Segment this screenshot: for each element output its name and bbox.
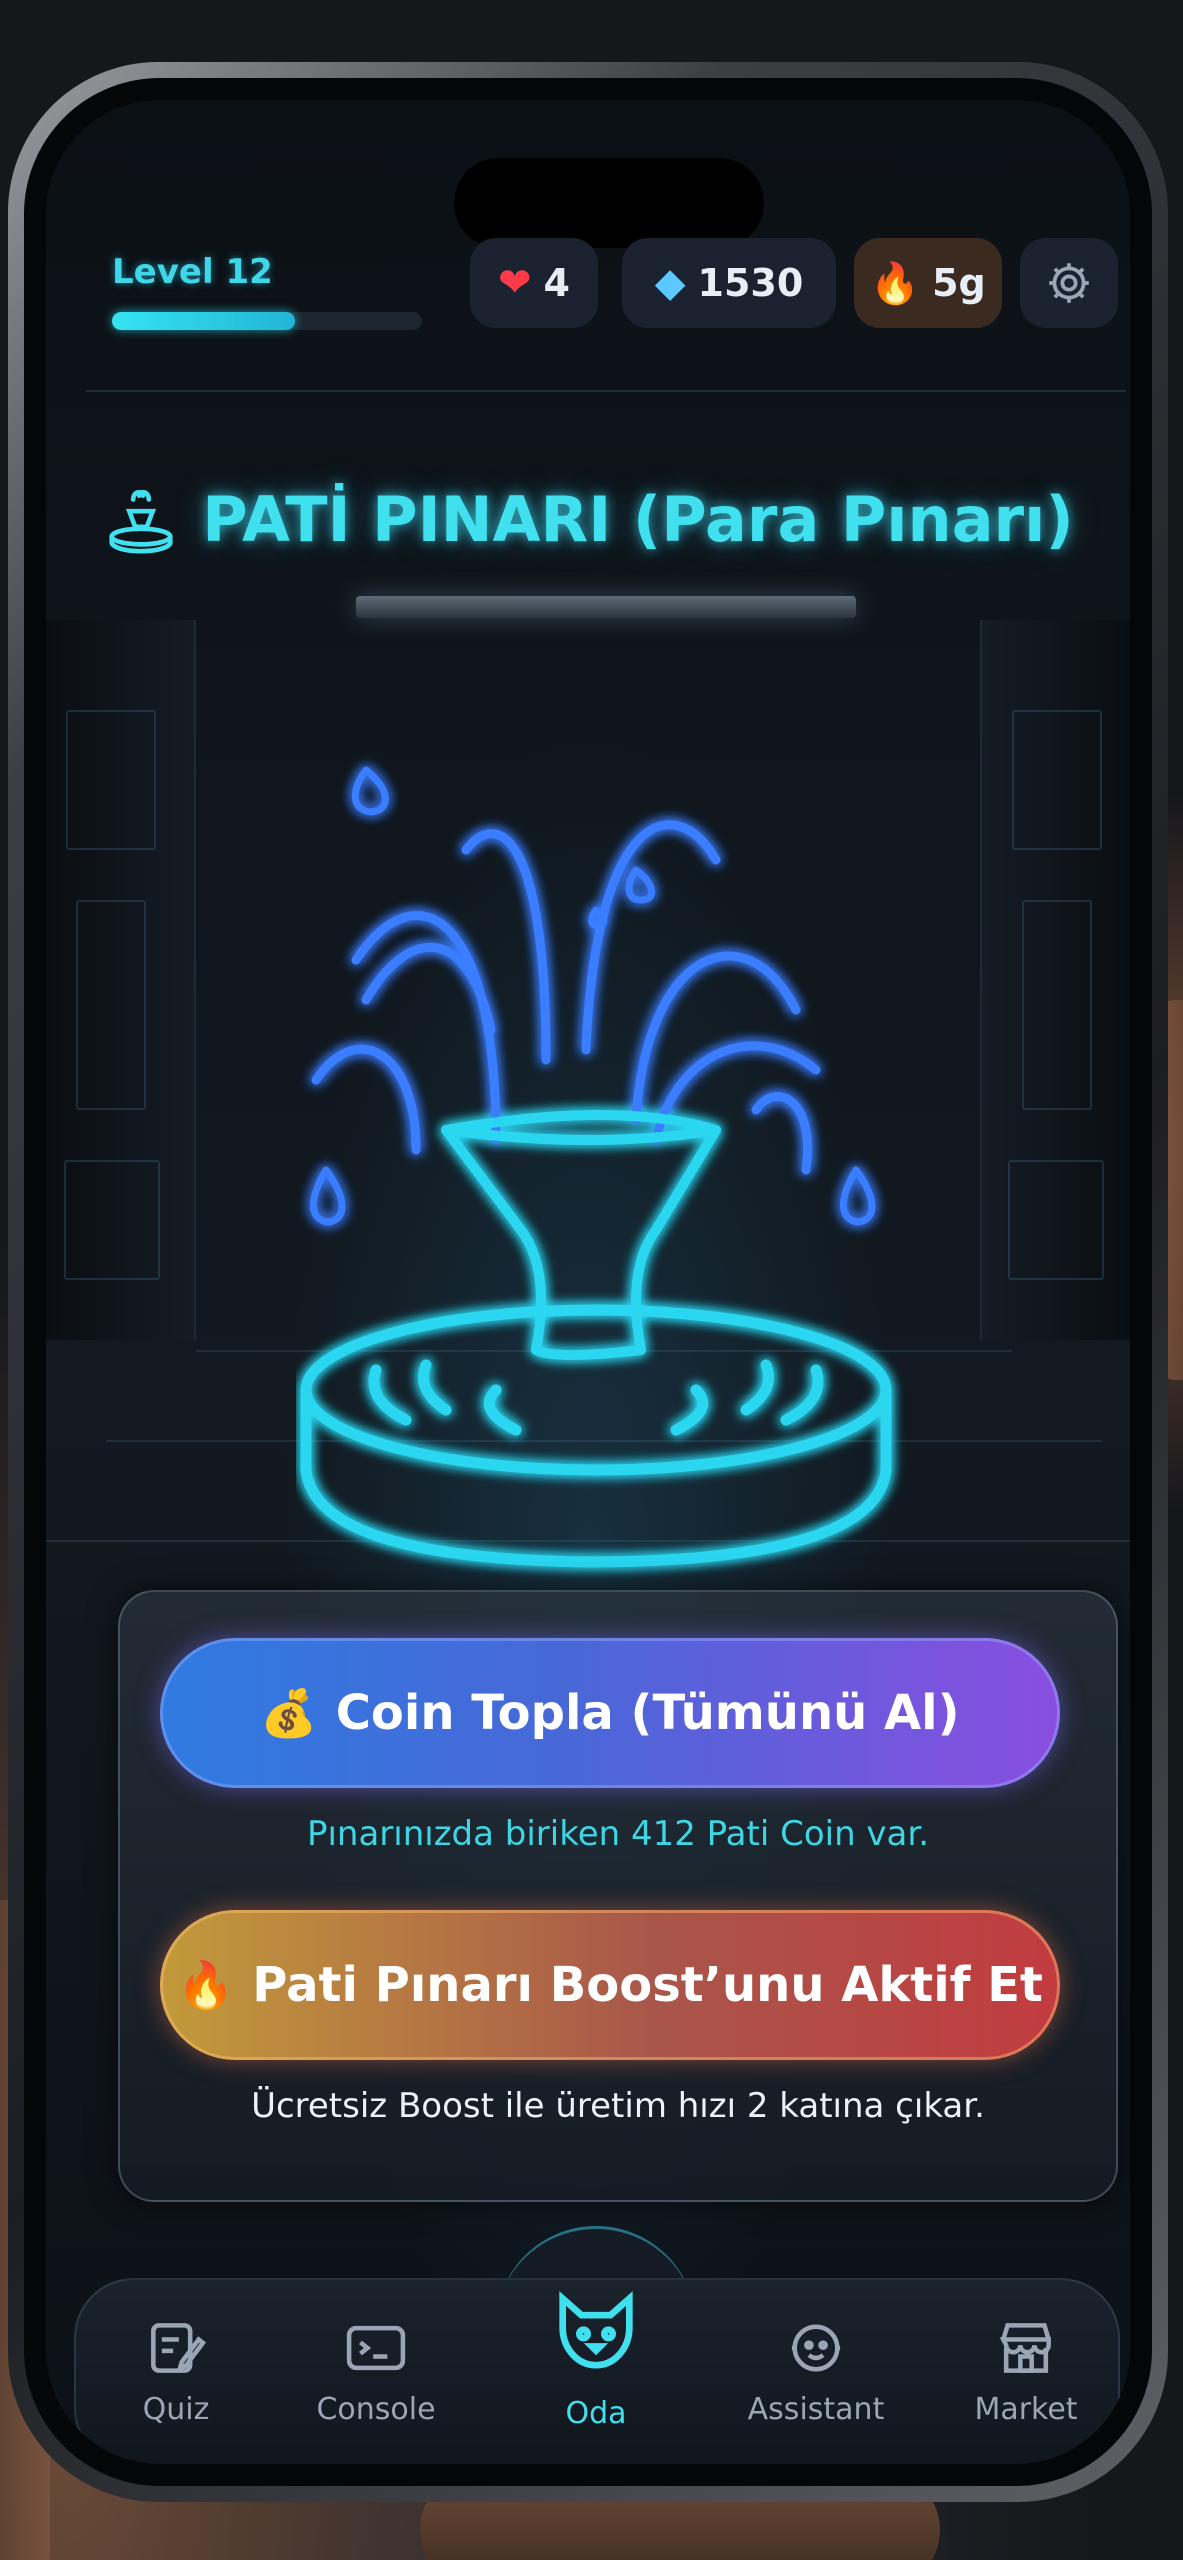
gear-icon: [1049, 263, 1089, 303]
lives-count: 4: [543, 261, 570, 305]
level-progress-fill: [112, 312, 295, 330]
page-title-row: PATİ PINARI (Para Pınarı): [46, 480, 1130, 558]
cat-icon: [559, 2291, 633, 2369]
ceiling-light: [356, 596, 856, 618]
settings-button[interactable]: [1020, 238, 1118, 328]
gems-count: 1530: [697, 261, 804, 305]
assistant-icon: [791, 2324, 841, 2372]
page-title: PATİ PINARI (Para Pınarı): [202, 482, 1074, 556]
collect-coins-label: Coin Topla (Tümünü Al): [335, 1685, 960, 1741]
nav-item-oda[interactable]: Oda: [516, 2286, 676, 2431]
nav-label-market: Market: [974, 2392, 1078, 2427]
action-panel: 💰 Coin Topla (Tümünü Al) Pınarınızda bir…: [118, 1590, 1118, 2202]
level-label: Level 12: [112, 252, 273, 292]
activate-boost-button[interactable]: 🔥 Pati Pınarı Boost’unu Aktif Et: [160, 1910, 1060, 2060]
console-icon: [346, 2325, 406, 2371]
room-wall-left: [46, 620, 196, 1340]
activate-boost-label: Pati Pınarı Boost’unu Aktif Et: [252, 1957, 1043, 2013]
nav-label-assistant: Assistant: [747, 2392, 885, 2427]
flame-icon: 🔥: [176, 1957, 235, 2012]
diamond-icon: ◆: [654, 260, 686, 306]
gems-pill[interactable]: ◆ 1530: [622, 238, 836, 328]
streak-count: 5g: [932, 261, 986, 305]
streak-pill[interactable]: 🔥 5g: [854, 238, 1002, 328]
flame-icon: 🔥: [870, 260, 921, 307]
dynamic-island: [454, 158, 764, 248]
fountain-icon: [109, 489, 173, 554]
lives-pill[interactable]: ❤ 4: [470, 238, 598, 328]
quiz-icon: [151, 2323, 207, 2373]
money-bag-icon: 💰: [260, 1685, 318, 1740]
boost-caption: Ücretsiz Boost ile üretim hızı 2 katına …: [251, 2086, 985, 2126]
nav-item-assistant[interactable]: Assistant: [736, 2314, 896, 2427]
neon-fountain-illustration[interactable]: [296, 750, 936, 1590]
nav-label-oda: Oda: [565, 2396, 627, 2431]
nav-item-market[interactable]: Market: [946, 2314, 1106, 2427]
heart-icon: ❤: [498, 260, 532, 306]
nav-item-quiz[interactable]: Quiz: [96, 2314, 256, 2427]
nav-label-console: Console: [316, 2392, 436, 2427]
phone-frame: Level 12 ❤ 4 ◆ 1530 🔥 5g PATİ PINARI (Pa…: [8, 62, 1168, 2502]
room-wall-right: [980, 620, 1130, 1340]
market-icon: [999, 2323, 1051, 2373]
topbar-divider: [86, 390, 1126, 392]
level-progress-bar: [112, 312, 422, 330]
nav-item-console[interactable]: Console: [296, 2314, 456, 2427]
collect-coins-caption: Pınarınızda biriken 412 Pati Coin var.: [306, 1814, 930, 1854]
nav-label-quiz: Quiz: [142, 2392, 210, 2427]
app-screen: Level 12 ❤ 4 ◆ 1530 🔥 5g PATİ PINARI (Pa…: [24, 78, 1152, 2486]
collect-coins-button[interactable]: 💰 Coin Topla (Tümünü Al): [160, 1638, 1060, 1788]
